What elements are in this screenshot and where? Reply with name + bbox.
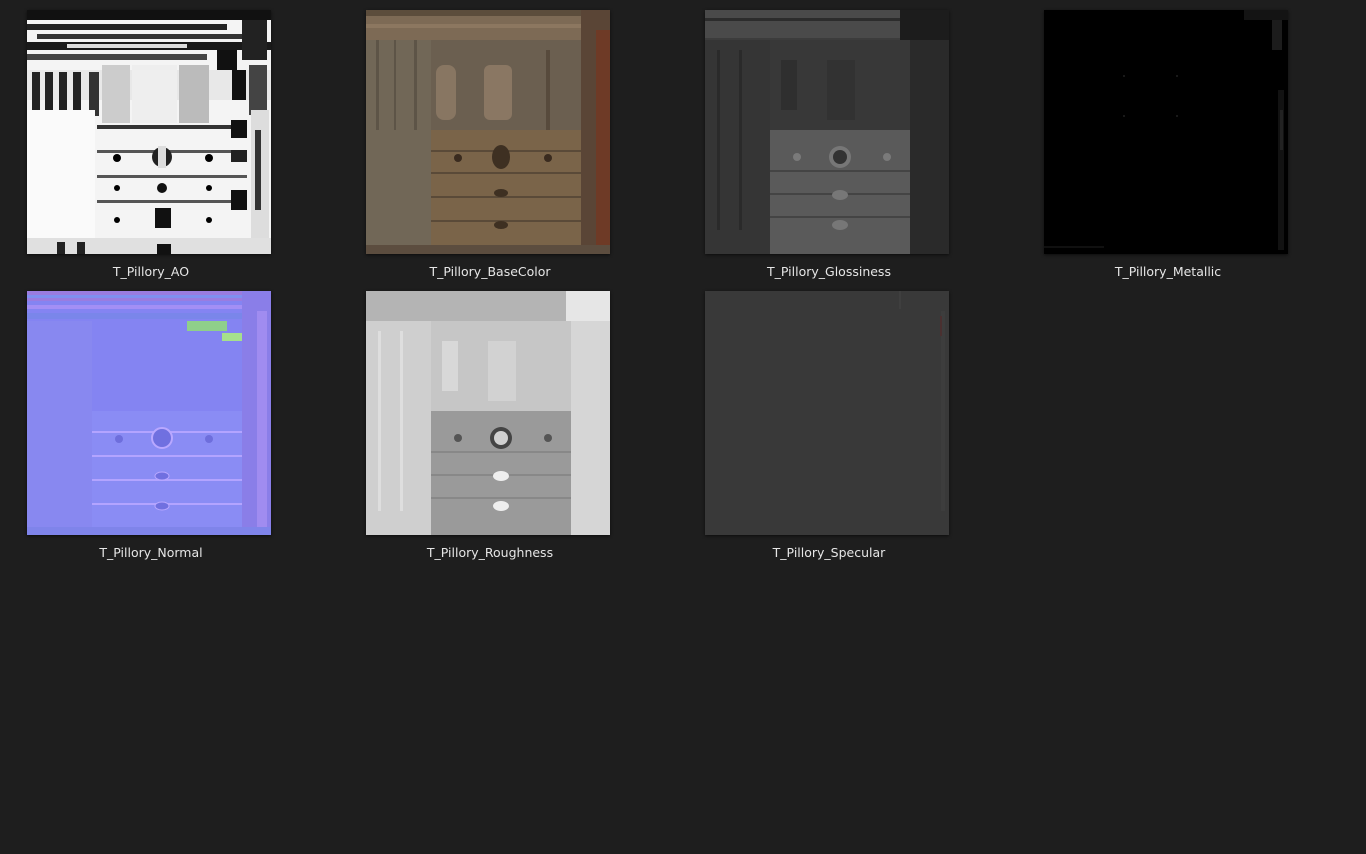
file-name-label: T_Pillory_Normal [99,545,203,560]
file-name-label: T_Pillory_Metallic [1114,264,1222,279]
file-name-label: T_Pillory_Specular [772,545,886,560]
thumbnail-normal[interactable] [27,291,271,535]
ao-texture-image [27,10,271,254]
file-item-roughness[interactable]: T_Pillory_Roughness [339,281,639,560]
file-name-label: T_Pillory_BaseColor [429,264,551,279]
thumbnail-basecolor[interactable] [366,10,610,254]
thumbnail-metallic[interactable] [1044,10,1288,254]
file-item-glossiness[interactable]: T_Pillory_Glossiness [678,0,978,279]
thumbnail-roughness[interactable] [366,291,610,535]
file-item-basecolor[interactable]: T_Pillory_BaseColor [339,0,639,279]
file-item-specular[interactable]: T_Pillory_Specular [678,281,978,560]
thumbnail-ao[interactable] [27,10,271,254]
file-item-metallic[interactable]: T_Pillory_Metallic [1017,0,1317,279]
glossiness-texture-image [705,10,949,254]
file-name-label: T_Pillory_Roughness [426,545,554,560]
roughness-texture-image [366,291,610,535]
basecolor-texture-image [366,10,610,254]
file-grid: T_Pillory_AO T_Pillory_BaseColor T_Pillo… [0,0,1366,854]
metallic-texture-image [1044,10,1288,254]
file-name-label: T_Pillory_AO [112,264,190,279]
file-item-ao[interactable]: T_Pillory_AO [0,0,300,279]
specular-texture-image [705,291,949,535]
thumbnail-specular[interactable] [705,291,949,535]
file-item-normal[interactable]: T_Pillory_Normal [0,281,300,560]
file-name-label: T_Pillory_Glossiness [767,264,891,279]
normal-texture-image [27,291,271,535]
thumbnail-glossiness[interactable] [705,10,949,254]
